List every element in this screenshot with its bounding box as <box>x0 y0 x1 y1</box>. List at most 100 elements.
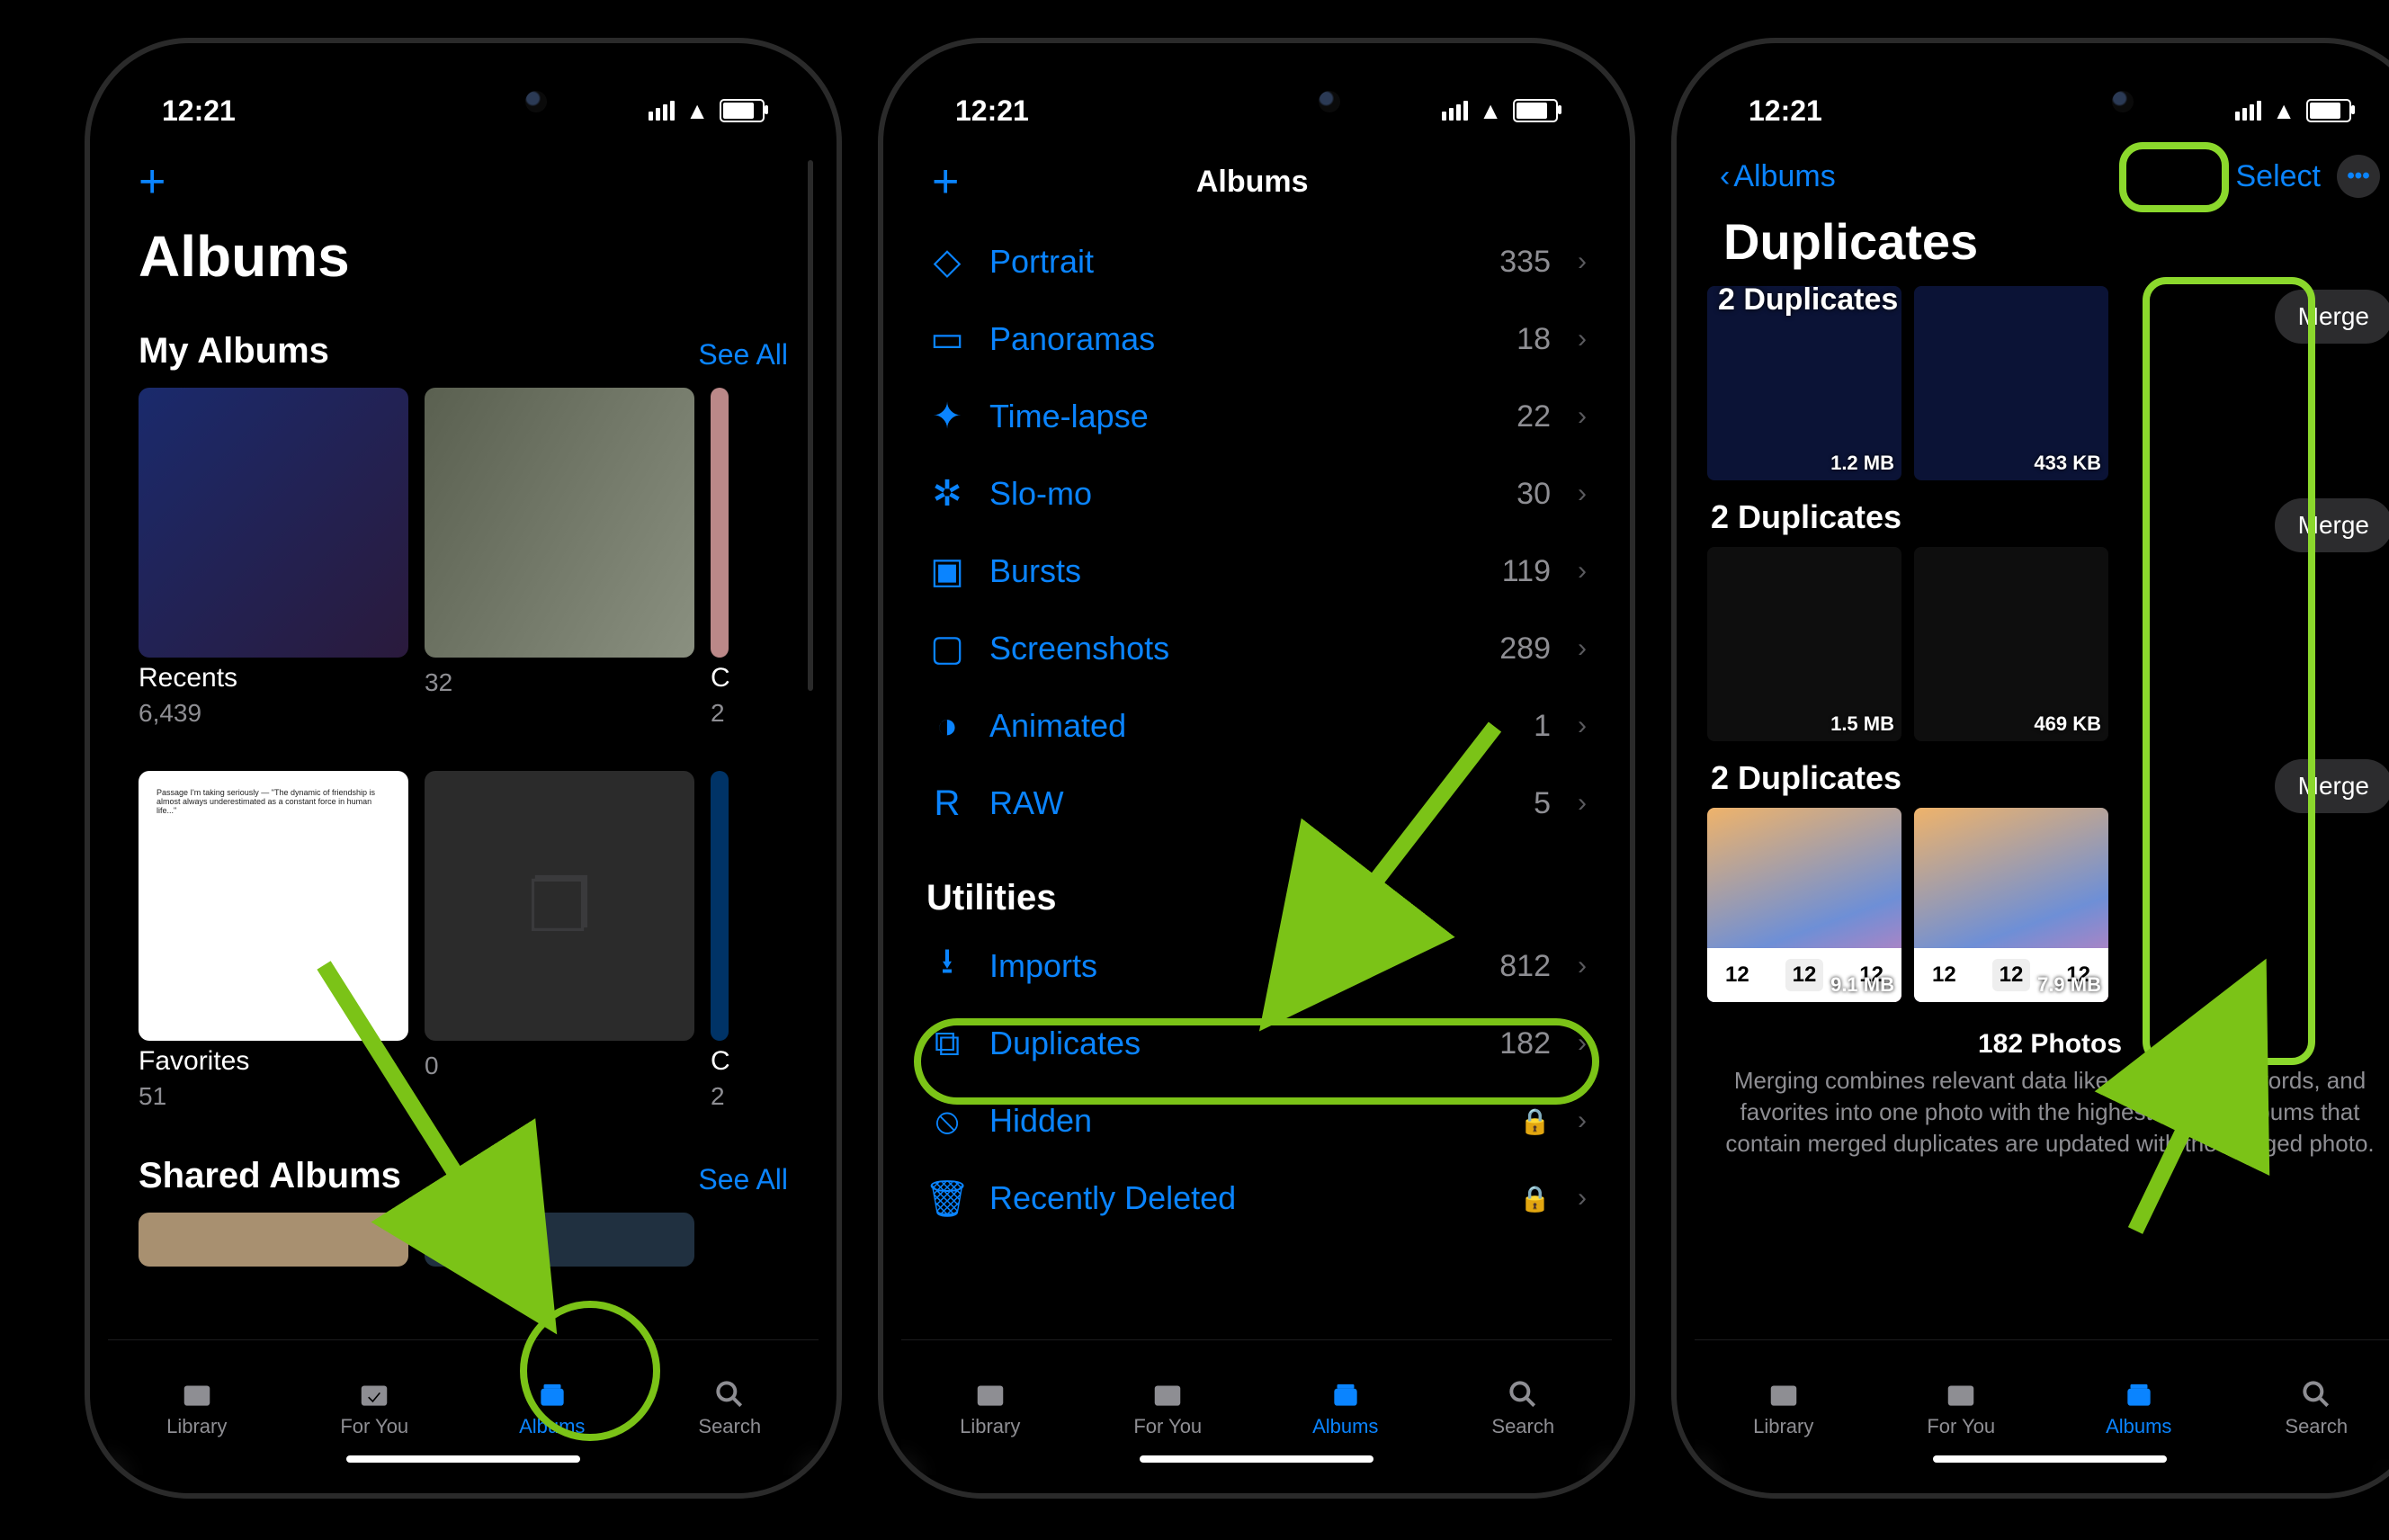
chevron-right-icon: › <box>1578 951 1587 981</box>
panoramas-icon: ▭ <box>926 318 968 360</box>
time-lapse-icon: ✦ <box>926 396 968 437</box>
utility-duplicates[interactable]: ⧉ Duplicates 182 › <box>901 1005 1612 1082</box>
dynamic-island <box>1946 77 2153 126</box>
nav-bar: ‹ Albums Select ••• <box>1695 146 2389 207</box>
lock-icon: 🔒 <box>1519 1184 1551 1213</box>
heart-icon: ♡ <box>149 994 176 1030</box>
utility-hidden[interactable]: ⦸ Hidden 🔒 › <box>901 1082 1612 1159</box>
merge-button[interactable]: Merge <box>2275 498 2389 552</box>
duplicate-thumbnail[interactable]: 433 KB <box>1914 286 2108 480</box>
section-utilities: Utilities <box>901 842 1612 927</box>
recently-deleted-icon: 🗑 <box>926 1177 968 1219</box>
chevron-right-icon: › <box>1578 1183 1587 1213</box>
duplicate-thumbnail[interactable]: 12 12 12 9.1 MB <box>1707 808 1901 1002</box>
album-empty[interactable]: ❐ 0 <box>425 771 694 1111</box>
media-type-slo-mo[interactable]: ✲ Slo-mo30 › <box>901 455 1612 533</box>
nav-bar: + <box>108 146 819 218</box>
chevron-left-icon: ‹ <box>1720 159 1730 194</box>
battery-icon <box>720 99 765 122</box>
hidden-icon: ⦸ <box>926 1100 968 1142</box>
home-indicator[interactable] <box>1933 1455 2167 1463</box>
chevron-right-icon: › <box>1578 633 1587 664</box>
duplicates-icon: ⧉ <box>926 1023 968 1064</box>
tab-library[interactable]: Library <box>901 1340 1079 1475</box>
bursts-icon: ▣ <box>926 551 968 592</box>
section-my-albums: My Albums <box>139 331 329 372</box>
media-type-raw[interactable]: R RAW5 › <box>901 765 1612 842</box>
chevron-right-icon: › <box>1578 556 1587 586</box>
media-type-portrait[interactable]: ◇ Portrait335 › <box>901 223 1612 300</box>
media-type-bursts[interactable]: ▣ Bursts119 › <box>901 533 1612 610</box>
album-recents[interactable]: Recents 6,439 <box>139 388 408 728</box>
chevron-right-icon: › <box>1578 788 1587 819</box>
tab-library[interactable]: Library <box>1695 1340 1873 1475</box>
chevron-right-icon: › <box>1578 711 1587 741</box>
status-time: 12:21 <box>162 94 236 128</box>
home-indicator[interactable] <box>346 1455 580 1463</box>
nav-title: Albums <box>1196 165 1309 200</box>
shared-album-item[interactable] <box>139 1213 408 1267</box>
merge-button[interactable]: Merge <box>2275 290 2389 344</box>
album-item-partial[interactable]: C 2 <box>711 771 730 1111</box>
media-type-time-lapse[interactable]: ✦ Time-lapse22 › <box>901 378 1612 455</box>
photo-stack-icon: ❐ <box>425 771 694 1041</box>
tab-library[interactable]: Library <box>108 1340 286 1475</box>
wifi-icon: ▲ <box>1479 97 1502 125</box>
section-shared-albums: Shared Albums <box>139 1156 401 1196</box>
tab-search[interactable]: Search <box>1435 1340 1613 1475</box>
media-type-animated[interactable]: ◑ Animated1 › <box>901 687 1612 765</box>
dynamic-island <box>360 77 567 126</box>
see-all-link[interactable]: See All <box>698 1163 788 1196</box>
ellipsis-icon: ••• <box>2347 164 2369 189</box>
add-album-button[interactable]: + <box>139 155 166 209</box>
slo-mo-icon: ✲ <box>926 473 968 515</box>
footer-description: Merging combines relevant data like capt… <box>1707 1060 2389 1159</box>
page-title: Albums <box>139 223 350 290</box>
select-button[interactable]: Select <box>2236 159 2322 194</box>
utility-recently-deleted[interactable]: 🗑 Recently Deleted 🔒 › <box>901 1159 1612 1237</box>
back-button[interactable]: ‹ Albums <box>1720 159 1836 194</box>
battery-icon <box>2306 99 2351 122</box>
duplicate-thumbnail[interactable]: 1.5 MB <box>1707 547 1901 741</box>
animated-icon: ◑ <box>926 705 968 747</box>
cellular-icon <box>649 101 675 121</box>
portrait-icon: ◇ <box>926 241 968 282</box>
merge-button[interactable]: Merge <box>2275 759 2389 813</box>
tab-search[interactable]: Search <box>641 1340 819 1475</box>
album-favorites[interactable]: Passage I'm taking seriously — "The dyna… <box>139 771 408 1111</box>
media-type-panoramas[interactable]: ▭ Panoramas18 › <box>901 300 1612 378</box>
more-button[interactable]: ••• <box>2337 155 2380 198</box>
status-time: 12:21 <box>1749 94 1822 128</box>
chevron-right-icon: › <box>1578 1028 1587 1059</box>
album-item[interactable]: 32 <box>425 388 694 728</box>
tab-search[interactable]: Search <box>2228 1340 2389 1475</box>
lock-icon: 🔒 <box>1519 1106 1551 1136</box>
see-all-link[interactable]: See All <box>698 338 788 372</box>
media-type-screenshots[interactable]: ▢ Screenshots289 › <box>901 610 1612 687</box>
chevron-right-icon: › <box>1578 479 1587 509</box>
screenshots-icon: ▢ <box>926 628 968 669</box>
footer-count: 182 Photos <box>1707 1029 2389 1060</box>
phone-albums-list: 12:21 ▲ + Albums ◇ Portrait335 ›▭ Panora… <box>883 43 1630 1493</box>
chevron-right-icon: › <box>1578 401 1587 432</box>
home-indicator[interactable] <box>1140 1455 1373 1463</box>
phone-albums-home: 12:21 ▲ + Albums My Albums See All Recen… <box>90 43 837 1493</box>
chevron-right-icon: › <box>1578 1106 1587 1136</box>
cellular-icon <box>2235 101 2261 121</box>
dynamic-island <box>1153 77 1360 126</box>
add-album-button[interactable]: + <box>932 155 959 209</box>
duplicate-thumbnail[interactable]: 12 12 12 7.9 MB <box>1914 808 2108 1002</box>
cellular-icon <box>1442 101 1468 121</box>
utility-imports[interactable]: ⭳ Imports 812 › <box>901 927 1612 1005</box>
battery-icon <box>1513 99 1558 122</box>
wifi-icon: ▲ <box>2272 97 2295 125</box>
phone-duplicates: 12:21 ▲ ‹ Albums Select ••• Duplicates 1… <box>1677 43 2389 1493</box>
chevron-right-icon: › <box>1578 246 1587 277</box>
album-item-partial[interactable]: C 2 <box>711 388 730 728</box>
shared-album-item[interactable] <box>425 1213 694 1267</box>
page-title: Duplicates <box>1723 212 1978 271</box>
duplicate-group-label: 2 Duplicates <box>1718 282 1898 318</box>
status-time: 12:21 <box>955 94 1029 128</box>
duplicate-thumbnail[interactable]: 469 KB <box>1914 547 2108 741</box>
imports-icon: ⭳ <box>926 945 968 987</box>
